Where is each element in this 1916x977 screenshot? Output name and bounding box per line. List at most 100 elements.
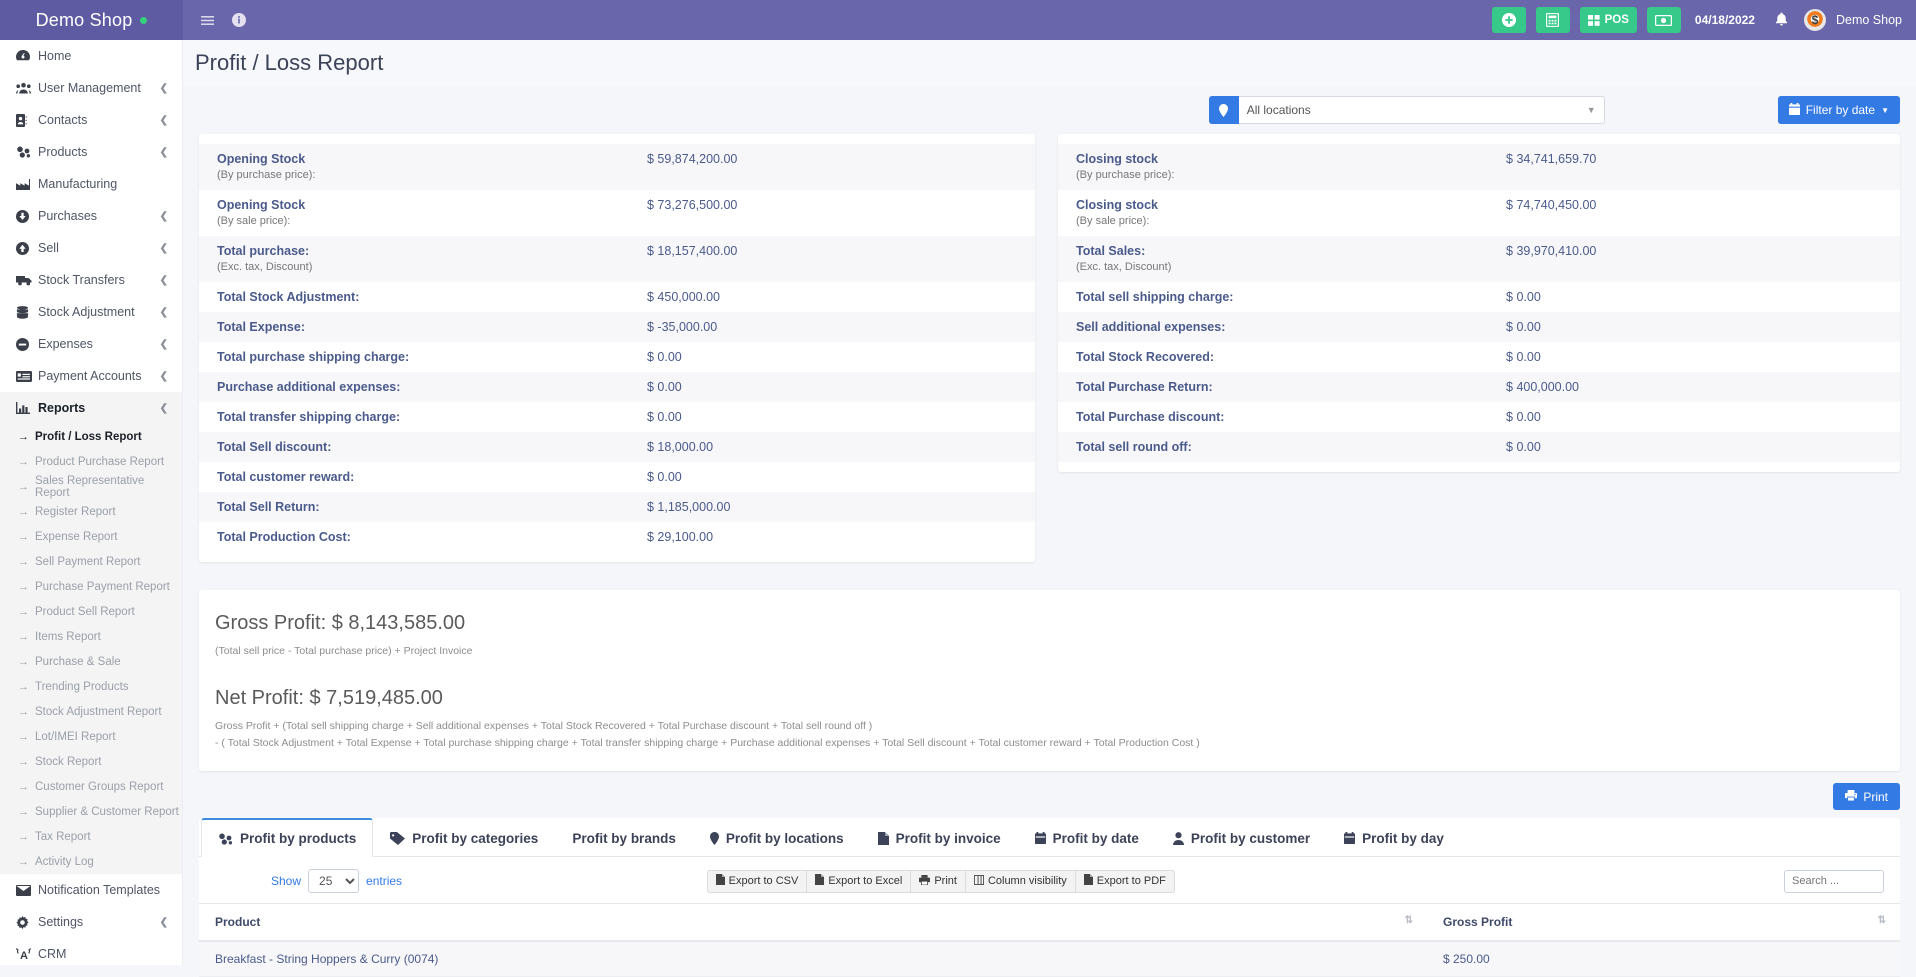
location-select-value: All locations bbox=[1246, 103, 1311, 117]
row-label: Total Production Cost: bbox=[217, 529, 647, 545]
online-status-dot bbox=[140, 16, 148, 24]
sidebar-item-payment-accounts[interactable]: Payment Accounts ❮ bbox=[0, 360, 182, 392]
sidebar-item-home[interactable]: Home bbox=[0, 40, 182, 72]
sidebar-item-sell[interactable]: Sell ❮ bbox=[0, 232, 182, 264]
tab-profit-by-locations[interactable]: Profit by locations bbox=[693, 818, 861, 857]
filter-by-date-button[interactable]: Filter by date ▼ bbox=[1777, 96, 1900, 124]
tab-profit-by-customer[interactable]: Profit by customer bbox=[1156, 818, 1327, 857]
row-label: Total Expense: bbox=[217, 319, 647, 335]
datatable-controls: Show 102550100 entries Export to CSVExpo… bbox=[199, 857, 1900, 903]
sidebar-item-settings[interactable]: Settings ❮ bbox=[0, 906, 182, 938]
sidebar-subitem-purchase-sale[interactable]: → Purchase & Sale bbox=[0, 649, 182, 674]
tab-label: Profit by locations bbox=[725, 830, 844, 846]
bell-icon[interactable] bbox=[1775, 12, 1788, 29]
export-to-csv-button[interactable]: Export to CSV bbox=[706, 869, 807, 893]
filter-bar: All locations ▼ Filter by date ▼ bbox=[183, 86, 1916, 134]
brand-logo[interactable]: Demo Shop bbox=[0, 0, 183, 40]
row-label: Total sell round off: bbox=[1076, 439, 1506, 455]
sidebar-subitem-customer-groups-report[interactable]: → Customer Groups Report bbox=[0, 774, 182, 799]
sidebar-subitem-product-purchase-report[interactable]: → Product Purchase Report bbox=[0, 449, 182, 474]
search-input[interactable] bbox=[1784, 869, 1884, 893]
purchase-summary-row: Total purchase: (Exc. tax, Discount) $ 18,… bbox=[199, 236, 1036, 282]
sidebar-item-stock-adjustment[interactable]: Stock Adjustment ❮ bbox=[0, 296, 182, 328]
pos-button[interactable]: POS bbox=[1579, 7, 1637, 33]
print-button[interactable]: Print bbox=[910, 869, 965, 893]
sidebar-item-contacts[interactable]: Contacts ❮ bbox=[0, 104, 182, 136]
sidebar-subitem-register-report[interactable]: → Register Report bbox=[0, 499, 182, 524]
contact-card-icon bbox=[16, 113, 38, 127]
cash-button[interactable] bbox=[1646, 7, 1681, 33]
tab-profit-by-categories[interactable]: Profit by categories bbox=[373, 818, 555, 857]
tab-profit-by-day[interactable]: Profit by day bbox=[1327, 818, 1461, 857]
location-select[interactable]: All locations ▼ bbox=[1238, 96, 1605, 124]
sidebar-item-crm[interactable]: A CRM bbox=[0, 938, 182, 965]
export-to-excel-button[interactable]: Export to Excel bbox=[806, 869, 911, 893]
column-header-product[interactable]: Product ⇅ bbox=[199, 903, 1427, 942]
row-value: $ 400,000.00 bbox=[1506, 380, 1580, 394]
row-label: Total customer reward: bbox=[217, 469, 647, 485]
hamburger-icon[interactable] bbox=[201, 15, 214, 26]
upload-circle-icon bbox=[16, 241, 38, 255]
arrow-icon: → bbox=[18, 780, 29, 793]
tab-profit-by-products[interactable]: Profit by products bbox=[201, 818, 374, 857]
sidebar-subitem-stock-adjustment-report[interactable]: → Stock Adjustment Report bbox=[0, 699, 182, 724]
sort-icon[interactable]: ⇅ bbox=[1405, 915, 1413, 926]
row-label: Opening Stock (By purchase price): bbox=[217, 151, 647, 183]
sidebar-subitem-supplier-customer-report[interactable]: → Supplier & Customer Report bbox=[0, 799, 182, 824]
add-button[interactable] bbox=[1491, 7, 1526, 33]
page-size-select[interactable]: 102550100 bbox=[308, 869, 360, 893]
export-to-pdf-button[interactable]: Export to PDF bbox=[1074, 869, 1175, 893]
file-pdf-icon bbox=[1083, 874, 1093, 888]
sales-summary-row: Total sell round off: $ 0.00 bbox=[1058, 432, 1900, 462]
sidebar-item-purchases[interactable]: Purchases ❮ bbox=[0, 200, 182, 232]
sidebar-item-label: Stock Transfers bbox=[38, 273, 125, 287]
sidebar-subitem-product-sell-report[interactable]: → Product Sell Report bbox=[0, 599, 182, 624]
row-label-sub: (By purchase price): bbox=[1076, 169, 1175, 181]
sidebar-subitem-sell-payment-report[interactable]: → Sell Payment Report bbox=[0, 549, 182, 574]
location-filter[interactable]: All locations ▼ bbox=[1208, 96, 1605, 124]
topbar-left-actions bbox=[183, 13, 246, 27]
tab-profit-by-invoice[interactable]: Profit by invoice bbox=[861, 818, 1018, 857]
sidebar-item-user-management[interactable]: User Management ❮ bbox=[0, 72, 182, 104]
info-icon[interactable] bbox=[232, 13, 246, 27]
username-label[interactable]: Demo Shop bbox=[1836, 13, 1902, 27]
calculator-button[interactable] bbox=[1535, 7, 1570, 33]
sidebar-item-expenses[interactable]: Expenses ❮ bbox=[0, 328, 182, 360]
sidebar-subitem-trending-products[interactable]: → Trending Products bbox=[0, 674, 182, 699]
cell-product[interactable]: Breakfast - String Hoppers & Curry (0074… bbox=[199, 941, 1427, 977]
sidebar-item-stock-transfers[interactable]: Stock Transfers ❮ bbox=[0, 264, 182, 296]
sidebar-item-products[interactable]: Products ❮ bbox=[0, 136, 182, 168]
sidebar-item-manufacturing[interactable]: Manufacturing bbox=[0, 168, 182, 200]
sidebar-item-label: Contacts bbox=[38, 113, 88, 127]
download-circle-icon bbox=[16, 209, 38, 223]
sidebar-item-reports[interactable]: Reports ❮ bbox=[0, 392, 182, 424]
sidebar-subitem-stock-report[interactable]: → Stock Report bbox=[0, 749, 182, 774]
avatar[interactable] bbox=[1803, 9, 1826, 31]
row-label-main: Total Production Cost: bbox=[217, 530, 351, 544]
tab-profit-by-brands[interactable]: Profit by brands bbox=[555, 818, 693, 857]
sidebar-subitem-lot-imei-report[interactable]: → Lot/IMEI Report bbox=[0, 724, 182, 749]
net-profit-title: Net Profit: $ 7,519,485.00 bbox=[215, 687, 443, 709]
row-value: $ 73,276,500.00 bbox=[647, 198, 738, 212]
tab-profit-by-date[interactable]: Profit by date bbox=[1018, 818, 1156, 857]
chevron-left-icon: ❮ bbox=[159, 242, 168, 254]
sidebar-subitem-sales-representative-report[interactable]: → Sales Representative Report bbox=[0, 474, 182, 499]
sidebar-subitem-profit-loss-report[interactable]: → Profit / Loss Report bbox=[0, 424, 182, 449]
sidebar-subitem-expense-report[interactable]: → Expense Report bbox=[0, 524, 182, 549]
row-value: $ 18,000.00 bbox=[647, 440, 714, 454]
sidebar-item-notification-templates[interactable]: Notification Templates bbox=[0, 874, 182, 906]
column-header-gross-profit[interactable]: Gross Profit ⇅ bbox=[1427, 903, 1900, 942]
sidebar-subitem-purchase-payment-report[interactable]: → Purchase Payment Report bbox=[0, 574, 182, 599]
row-label-main: Sell additional expenses: bbox=[1076, 320, 1226, 334]
print-button[interactable]: Print bbox=[1833, 783, 1900, 810]
row-label: Total Sales: (Exc. tax, Discount) bbox=[1076, 243, 1506, 275]
sidebar-subitem-tax-report[interactable]: → Tax Report bbox=[0, 824, 182, 849]
sort-icon[interactable]: ⇅ bbox=[1878, 915, 1886, 926]
row-label-main: Total Stock Adjustment: bbox=[217, 290, 360, 304]
sidebar-subitem-activity-log[interactable]: → Activity Log bbox=[0, 849, 182, 874]
column-visibility-button[interactable]: Column visibility bbox=[964, 869, 1075, 893]
products-icon bbox=[16, 146, 38, 158]
sidebar-subitem-items-report[interactable]: → Items Report bbox=[0, 624, 182, 649]
sidebar-subitem-label: Product Purchase Report bbox=[35, 455, 165, 468]
net-profit-block: Net Profit: $ 7,519,485.00 Gross Profit … bbox=[215, 687, 1884, 751]
